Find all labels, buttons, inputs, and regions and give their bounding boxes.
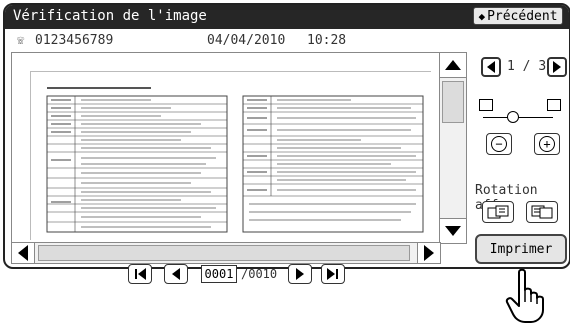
print-button[interactable]: Imprimer	[475, 234, 567, 264]
scroll-up-button[interactable]	[440, 53, 466, 78]
job-info: ☏ 0123456789 04/04/2010 10:28	[17, 33, 467, 51]
prev-icon	[172, 268, 180, 280]
phone-number: 0123456789	[35, 33, 114, 48]
prev-page-button[interactable]	[164, 264, 188, 284]
zoom-small-icon	[479, 99, 493, 111]
zoom-handle[interactable]	[507, 111, 519, 123]
page-next-icon	[553, 61, 561, 73]
print-button-label: Imprimer	[489, 241, 553, 257]
page-number-total: /0010	[241, 267, 278, 281]
scroll-up-icon	[445, 60, 461, 70]
job-time: 10:28	[307, 33, 347, 48]
horizontal-scroll-thumb[interactable]	[38, 245, 410, 261]
rotate-left-button[interactable]	[482, 201, 514, 223]
first-page-button[interactable]	[128, 264, 152, 284]
vertical-scrollbar[interactable]	[439, 52, 467, 244]
zoom-plus-label: +	[543, 137, 551, 151]
current-page: 1	[507, 59, 515, 74]
zoom-plus-icon: +	[539, 136, 555, 152]
page-number-field[interactable]: 0001	[201, 265, 237, 283]
page-prev-icon	[487, 61, 495, 73]
scroll-right-button[interactable]	[417, 243, 440, 263]
hand-pointer-icon	[505, 268, 544, 323]
zoom-slider[interactable]	[471, 95, 569, 135]
preview-window: Vérification de l'image ◆ Précédent ☏ 012…	[3, 3, 570, 269]
total-pages: 3	[538, 59, 547, 74]
next-icon	[296, 268, 304, 280]
document-thumbnail	[37, 78, 427, 236]
zoom-large-icon	[547, 99, 561, 111]
next-page-button[interactable]	[547, 57, 567, 77]
scroll-down-button[interactable]	[440, 218, 466, 243]
image-preview[interactable]	[11, 52, 440, 244]
scroll-right-icon	[424, 245, 434, 261]
back-button-label: Précédent	[487, 8, 558, 24]
rotate-right-icon	[531, 205, 553, 219]
page-navigation: 0001 /0010	[128, 264, 358, 286]
scroll-left-icon	[18, 245, 28, 261]
last-page-button[interactable]	[321, 264, 345, 284]
zoom-in-button[interactable]: +	[534, 133, 560, 155]
horizontal-scrollbar[interactable]	[11, 242, 441, 264]
rotate-right-button[interactable]	[526, 201, 558, 223]
zoom-minus-icon: −	[491, 136, 507, 152]
vertical-scroll-thumb[interactable]	[442, 81, 464, 123]
job-date: 04/04/2010	[207, 33, 286, 48]
page-separator: /	[522, 59, 531, 74]
first-page-icon	[134, 268, 146, 280]
title-bar: Vérification de l'image ◆ Précédent	[5, 5, 569, 29]
last-page-icon	[327, 268, 339, 280]
next-page-nav-button[interactable]	[288, 264, 312, 284]
scroll-left-button[interactable]	[12, 243, 35, 263]
page-indicator: 1 / 3	[481, 57, 569, 79]
scroll-down-icon	[445, 226, 461, 236]
back-button[interactable]: ◆ Précédent	[473, 7, 563, 25]
page-count-text: 1 / 3	[507, 59, 546, 74]
phone-icon: ☏	[17, 33, 25, 47]
rotate-left-icon	[487, 205, 509, 219]
back-arrow-icon: ◆	[478, 9, 486, 23]
phone-number-display: ☏ 0123456789	[17, 33, 113, 48]
previous-page-button[interactable]	[481, 57, 501, 77]
document-page-image	[30, 71, 431, 240]
zoom-minus-label: −	[495, 137, 503, 151]
zoom-out-button[interactable]: −	[486, 133, 512, 155]
window-title: Vérification de l'image	[13, 8, 207, 24]
